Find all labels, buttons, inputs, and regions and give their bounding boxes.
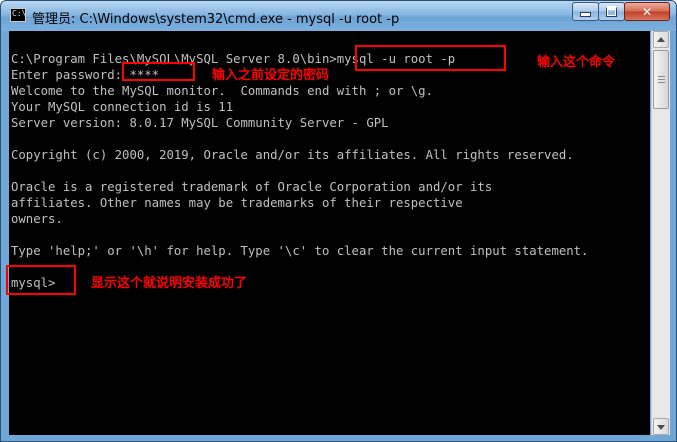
console-text: C:\Program Files\MySQL\MySQL Server 8.0\… (11, 51, 588, 291)
minimize-icon (580, 12, 591, 17)
up-arrow-icon (657, 37, 665, 42)
caption-buttons: ✕ (572, 2, 670, 22)
scroll-up-button[interactable] (653, 31, 669, 48)
scroll-down-button[interactable] (653, 418, 669, 435)
console-line: affiliates. Other names may be trademark… (11, 196, 463, 210)
prompt-annotation: 显示这个就说明安装成功了 (91, 276, 248, 291)
maximize-icon (606, 6, 617, 17)
window-title: 管理员: C:\Windows\system32\cmd.exe - mysql… (32, 12, 400, 27)
console-line: Oracle is a registered trademark of Orac… (11, 180, 493, 194)
command-highlight-box (355, 45, 506, 71)
console-line: owners. (11, 212, 63, 226)
cmd-app-icon-text: C:\ (12, 9, 27, 18)
minimize-button[interactable] (572, 2, 599, 21)
scroll-thumb[interactable] (653, 50, 669, 109)
grip-line (658, 79, 665, 80)
vertical-scrollbar[interactable] (651, 31, 670, 435)
console-line: Copyright (c) 2000, 2019, Oracle and/or … (11, 148, 574, 162)
cmd-app-icon[interactable]: C:\ (10, 8, 26, 22)
console-line: Server version: 8.0.17 MySQL Community S… (11, 116, 389, 130)
maximize-button[interactable] (598, 2, 625, 21)
close-icon: ✕ (641, 4, 653, 19)
console-line: Welcome to the MySQL monitor. Commands e… (11, 84, 433, 98)
command-annotation: 输入这个命令 (537, 55, 616, 70)
grip-line (658, 82, 665, 83)
console-line: Your MySQL connection id is 11 (11, 100, 234, 114)
grip-line (658, 76, 665, 77)
title-bar[interactable]: C:\ 管理员: C:\Windows\system32\cmd.exe - m… (1, 1, 676, 31)
close-button[interactable]: ✕ (624, 2, 670, 21)
down-arrow-icon (657, 425, 665, 430)
password-highlight-box (122, 62, 195, 81)
password-annotation: 输入之前设定的密码 (212, 68, 330, 83)
prompt-highlight-box (6, 265, 76, 295)
console-output[interactable]: C:\Program Files\MySQL\MySQL Server 8.0\… (9, 31, 650, 435)
console-line: Type 'help;' or '\h' for help. Type '\c'… (11, 244, 589, 258)
